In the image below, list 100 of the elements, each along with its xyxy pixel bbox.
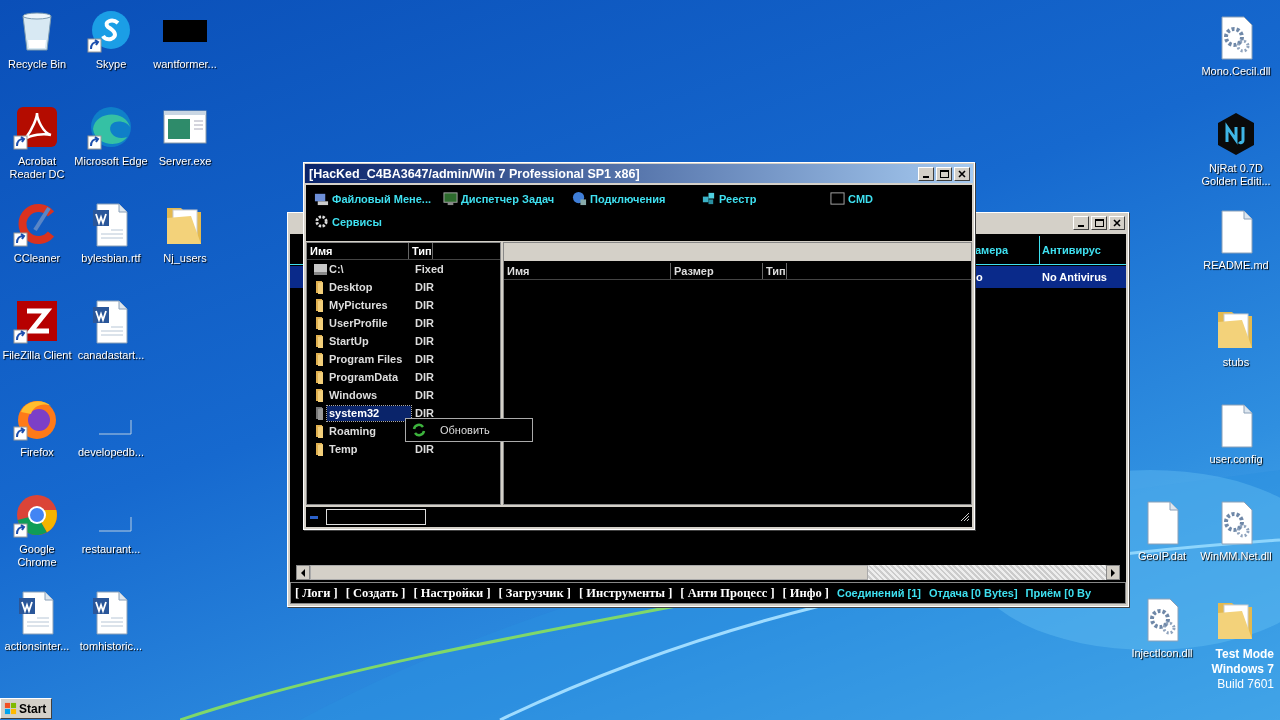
close-button[interactable] — [954, 166, 970, 181]
icon-label: CCleaner — [12, 252, 62, 265]
file-name[interactable]: Windows — [327, 387, 411, 403]
file-type: Fixed — [414, 263, 444, 275]
file-type: DIR — [414, 353, 434, 365]
file-type: DIR — [414, 317, 434, 329]
table-cell[interactable]: No Antivirus — [1040, 266, 1126, 288]
icon-label: tomhistoric... — [78, 640, 144, 653]
window-title: [HacKed_C4BA3647/admin/Win 7 Professional SP1 x86] — [309, 166, 640, 181]
toolbar-button[interactable]: Подключения — [572, 191, 666, 206]
file-type: DIR — [414, 371, 434, 383]
icon-label: Firefox — [19, 446, 55, 459]
icon-label: wantformer... — [152, 58, 218, 71]
windows-logo-icon — [4, 702, 17, 715]
icon-label: Skype — [94, 58, 128, 71]
file-name[interactable]: system32 — [327, 405, 411, 421]
icon-label: WinMM.Net.dll — [1199, 550, 1273, 563]
menu-link[interactable]: [ Инструменты ] — [578, 585, 673, 601]
left-arrow-icon — [300, 568, 306, 577]
status-text: Приём [0 By — [1025, 587, 1092, 599]
refresh-icon — [412, 423, 426, 437]
file-name[interactable]: StartUp — [327, 333, 411, 349]
toolbar-button[interactable]: Диспетчер Задач — [443, 191, 555, 206]
column-header[interactable]: Тип — [409, 243, 433, 259]
status-text: Соединений [1] — [836, 587, 921, 599]
minimize-button[interactable] — [1073, 216, 1089, 230]
close-icon — [958, 169, 966, 178]
cubes-icon — [701, 191, 716, 206]
menu-link[interactable]: [ Анти Процесс ] — [680, 585, 775, 601]
icon-label: stubs — [1221, 356, 1251, 369]
file-name[interactable]: Temp — [327, 441, 411, 457]
icon-label: developedb... — [76, 446, 146, 459]
icon-label: user.config — [1208, 453, 1264, 466]
file-name[interactable]: UserProfile — [327, 315, 411, 331]
menu-link[interactable]: [ Создать ] — [345, 585, 406, 601]
toolbar-button[interactable]: Реестр — [701, 191, 757, 206]
menu-item[interactable]: Обновить — [408, 421, 530, 439]
icon-label: FileZilla Client — [1, 349, 73, 362]
icon-label: bylesbian.rtf — [80, 252, 142, 265]
column-header[interactable]: Имя — [307, 243, 409, 259]
icon-label: restaurant... — [80, 543, 142, 556]
file-type: DIR — [414, 335, 434, 347]
right-arrow-icon — [1110, 568, 1116, 577]
icon-label: NjRat 0.7D Golden Editi... — [1200, 162, 1272, 188]
table-cell[interactable]: o — [974, 266, 1040, 288]
minimize-button[interactable] — [918, 166, 934, 181]
icon-label: actionsinter... — [3, 640, 71, 653]
icon-label: Mono.Cecil.dll — [1200, 65, 1272, 78]
file-type: DIR — [414, 299, 434, 311]
icon-label: Microsoft Edge — [74, 155, 148, 168]
toolbar-button[interactable]: Файловый Мене... — [314, 191, 432, 206]
status-text: Отдача [0 Bytes] — [928, 587, 1018, 599]
monitor-icon — [443, 191, 458, 206]
file-name[interactable]: MyPictures — [327, 297, 411, 313]
menu-link[interactable]: [ Логи ] — [295, 585, 338, 601]
gear-icon — [314, 214, 329, 229]
file-type: DIR — [414, 281, 434, 293]
file-name[interactable]: Desktop — [327, 279, 411, 295]
close-button[interactable] — [1109, 216, 1125, 230]
icon-label: InjectIcon.dll — [1130, 647, 1194, 660]
maximize-button[interactable] — [936, 166, 952, 181]
column-header[interactable]: Размер — [671, 263, 763, 279]
column-header[interactable]: Имя — [504, 263, 671, 279]
icon-label: Google Chrome — [16, 543, 58, 569]
file-name[interactable]: C:\ — [327, 261, 411, 277]
close-icon — [1113, 219, 1121, 227]
toolbar-button[interactable]: Сервисы — [314, 214, 382, 229]
icon-label: Recycle Bin — [6, 58, 68, 71]
row-highlight — [290, 266, 303, 288]
start-button[interactable]: Start — [0, 698, 52, 719]
icon-label: Server.exe — [157, 155, 213, 168]
resize-grip[interactable] — [960, 512, 970, 522]
file-type: DIR — [414, 389, 434, 401]
column-header[interactable]: Тип — [763, 263, 787, 279]
file-type: DIR — [414, 407, 434, 419]
scroll-right-button[interactable] — [1106, 565, 1120, 580]
file-name[interactable]: Program Files — [327, 351, 411, 367]
file-type: DIR — [414, 443, 434, 455]
drive-icon — [313, 262, 327, 276]
console-icon — [830, 191, 845, 206]
horizontal-scrollbar[interactable] — [296, 565, 1120, 580]
input-field[interactable] — [326, 509, 426, 525]
file-name[interactable]: ProgramData — [327, 369, 411, 385]
toolbar-button[interactable]: CMD — [830, 191, 874, 206]
menu-link[interactable]: [ Настройки ] — [413, 585, 491, 601]
icon-label: README.md — [1202, 259, 1270, 272]
icon-label: canadastart... — [76, 349, 146, 362]
menu-link[interactable]: [ Загрузчик ] — [498, 585, 571, 601]
computer-icon — [314, 191, 329, 206]
status-icon — [310, 513, 318, 521]
column-header[interactable]: Антивирус — [1039, 236, 1126, 264]
icon-label: GeoIP.dat — [1136, 550, 1188, 563]
os-notice-text: Test Mode — [1215, 647, 1274, 662]
os-notice-text: Windows 7 — [1211, 662, 1274, 677]
maximize-button[interactable] — [1091, 216, 1107, 230]
icon-label: Nj_users — [162, 252, 208, 265]
os-notice-text: Build 7601 — [1217, 677, 1274, 692]
menu-link[interactable]: [ Инфо ] — [782, 585, 829, 601]
scroll-left-button[interactable] — [296, 565, 310, 580]
icon-label: Acrobat Reader DC — [8, 155, 66, 181]
